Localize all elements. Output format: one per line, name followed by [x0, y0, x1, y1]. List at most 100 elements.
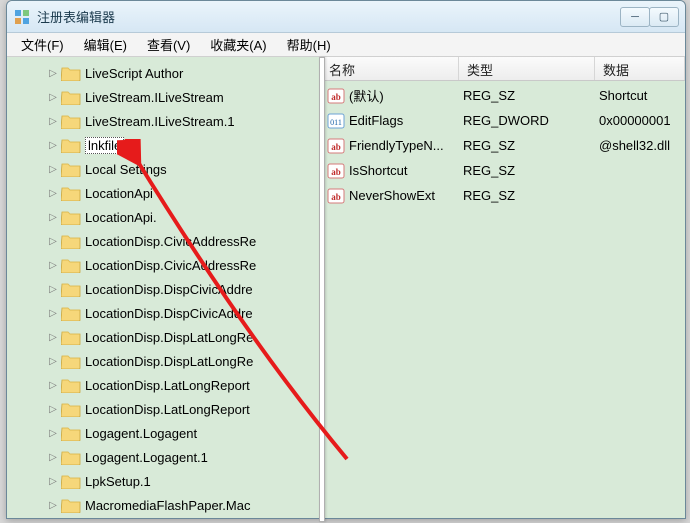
tree-item-label: LocationDisp.LatLongReport	[85, 402, 250, 417]
tree-item-label: LocationDisp.CivicAddressRe	[85, 258, 256, 273]
tree-pane[interactable]: ▷LiveScript Author▷LiveStream.ILiveStrea…	[7, 57, 321, 518]
tree-item-label: LiveStream.ILiveStream	[85, 90, 224, 105]
folder-icon	[61, 425, 81, 441]
value-type-icon: ab	[327, 163, 345, 179]
titlebar[interactable]: 注册表编辑器 ─ ▢	[7, 1, 685, 33]
expand-arrow-icon[interactable]: ▷	[47, 475, 59, 487]
tree-item-label: LocationDisp.DispLatLongRe	[85, 354, 253, 369]
tree-item[interactable]: ▷LocationApi	[47, 181, 320, 205]
cell-type: REG_SZ	[463, 163, 599, 178]
list-row[interactable]: ab IsShortcutREG_SZ	[321, 158, 685, 183]
folder-icon	[61, 353, 81, 369]
tree-item[interactable]: ▷ LocationDisp.DispCivicAddre	[47, 277, 320, 301]
list-pane[interactable]: 名称 类型 数据 ab(默认)REG_SZShortcut011EditFlag…	[321, 57, 685, 518]
tree-item-label: LocationDisp.DispLatLongRe	[85, 330, 253, 345]
folder-icon	[61, 377, 81, 393]
tree-item[interactable]: ▷ LocationDisp.LatLongReport	[47, 373, 320, 397]
tree-item[interactable]: ▷LocationDisp.CivicAddressRe	[47, 229, 320, 253]
tree-item-label: Local Settings	[85, 162, 167, 177]
expand-arrow-icon[interactable]: ▷	[47, 379, 59, 391]
folder-icon	[61, 113, 81, 129]
expand-arrow-icon[interactable]: ▷	[47, 115, 59, 127]
folder-icon	[61, 161, 81, 177]
cell-data: 0x00000001	[599, 113, 685, 128]
expand-arrow-icon[interactable]: ▷	[47, 451, 59, 463]
list-row[interactable]: ab NeverShowExtREG_SZ	[321, 183, 685, 208]
cell-type: REG_DWORD	[463, 113, 599, 128]
expand-arrow-icon[interactable]: ▷	[47, 235, 59, 247]
folder-icon	[61, 137, 81, 153]
tree-item[interactable]: ▷LiveStream.ILiveStream.1	[47, 109, 320, 133]
cell-type: REG_SZ	[463, 188, 599, 203]
cell-name: (默认)	[349, 86, 463, 105]
folder-icon	[61, 65, 81, 81]
tree-item[interactable]: ▷ Logagent.Logagent	[47, 421, 320, 445]
expand-arrow-icon[interactable]: ▷	[47, 499, 59, 511]
expand-arrow-icon[interactable]: ▷	[47, 427, 59, 439]
menu-edit[interactable]: 编辑(E)	[76, 33, 135, 56]
column-header-data[interactable]: 数据	[595, 57, 685, 80]
folder-icon	[61, 233, 81, 249]
expand-arrow-icon[interactable]: ▷	[47, 91, 59, 103]
tree-item[interactable]: ▷ MacromediaFlashPaper.Mac	[47, 493, 320, 517]
list-row[interactable]: ab (默认)REG_SZShortcut	[321, 83, 685, 108]
tree-item[interactable]: ▷ LocationApi.	[47, 205, 320, 229]
list-row[interactable]: abFriendlyTypeN...REG_SZ@shell32.dll	[321, 133, 685, 158]
expand-arrow-icon[interactable]: ▷	[47, 355, 59, 367]
list-row[interactable]: 011 EditFlagsREG_DWORD0x00000001	[321, 108, 685, 133]
tree-item-label: LocationDisp.LatLongReport	[85, 378, 250, 393]
menu-file[interactable]: 文件(F)	[13, 33, 72, 56]
tree-item[interactable]: ▷ Local Settings	[47, 157, 320, 181]
expand-arrow-icon[interactable]: ▷	[47, 211, 59, 223]
tree-item[interactable]: ▷ LocationDisp.LatLongReport	[47, 397, 320, 421]
menubar: 文件(F) 编辑(E) 查看(V) 收藏夹(A) 帮助(H)	[7, 33, 685, 57]
value-type-icon: ab	[327, 138, 345, 154]
menu-help[interactable]: 帮助(H)	[279, 33, 339, 56]
tree-item[interactable]: ▷ LocationDisp.DispLatLongRe	[47, 349, 320, 373]
expand-arrow-icon[interactable]: ▷	[47, 259, 59, 271]
tree-item[interactable]: ▷ LiveStream.ILiveStream	[47, 85, 320, 109]
cell-name: EditFlags	[349, 113, 463, 128]
cell-name: IsShortcut	[349, 163, 463, 178]
folder-icon	[61, 209, 81, 225]
cell-data: Shortcut	[599, 88, 685, 103]
column-header-name[interactable]: 名称	[321, 57, 459, 80]
tree-item[interactable]: ▷LpkSetup.1	[47, 469, 320, 493]
expand-arrow-icon[interactable]: ▷	[47, 331, 59, 343]
expand-arrow-icon[interactable]: ▷	[47, 67, 59, 79]
value-type-icon: ab	[327, 88, 345, 104]
cell-type: REG_SZ	[463, 88, 599, 103]
tree-item[interactable]: ▷lnkfile	[47, 133, 320, 157]
svg-text:ab: ab	[331, 142, 341, 152]
tree-item-label: LocationDisp.DispCivicAddre	[85, 282, 253, 297]
expand-arrow-icon[interactable]: ▷	[47, 307, 59, 319]
folder-icon	[61, 449, 81, 465]
maximize-button[interactable]: ▢	[649, 7, 679, 27]
tree-item-label: Logagent.Logagent	[85, 426, 197, 441]
folder-icon	[61, 497, 81, 513]
tree-item[interactable]: ▷ LocationDisp.DispLatLongRe	[47, 325, 320, 349]
svg-text:ab: ab	[331, 92, 341, 102]
expand-arrow-icon[interactable]: ▷	[47, 163, 59, 175]
cell-name: NeverShowExt	[349, 188, 463, 203]
tree-item[interactable]: ▷LocationDisp.DispCivicAddre	[47, 301, 320, 325]
tree-item[interactable]: ▷LiveScript Author	[47, 61, 320, 85]
menu-view[interactable]: 查看(V)	[139, 33, 198, 56]
menu-favorites[interactable]: 收藏夹(A)	[202, 33, 274, 56]
tree-item-label: MacromediaFlashPaper.Mac	[85, 498, 250, 513]
tree-item[interactable]: ▷Logagent.Logagent.1	[47, 445, 320, 469]
expand-arrow-icon[interactable]: ▷	[47, 187, 59, 199]
svg-text:011: 011	[330, 118, 342, 127]
expand-arrow-icon[interactable]: ▷	[47, 403, 59, 415]
tree-item[interactable]: ▷ LocationDisp.CivicAddressRe	[47, 253, 320, 277]
tree-item-label: LocationApi.	[85, 210, 157, 225]
folder-icon	[61, 281, 81, 297]
minimize-button[interactable]: ─	[620, 7, 650, 27]
expand-arrow-icon[interactable]: ▷	[47, 139, 59, 151]
expand-arrow-icon[interactable]: ▷	[47, 283, 59, 295]
window-buttons: ─ ▢	[621, 7, 679, 27]
svg-text:ab: ab	[331, 192, 341, 202]
column-header-type[interactable]: 类型	[459, 57, 595, 80]
cell-name: FriendlyTypeN...	[349, 138, 463, 153]
cell-data: @shell32.dll	[599, 138, 685, 153]
